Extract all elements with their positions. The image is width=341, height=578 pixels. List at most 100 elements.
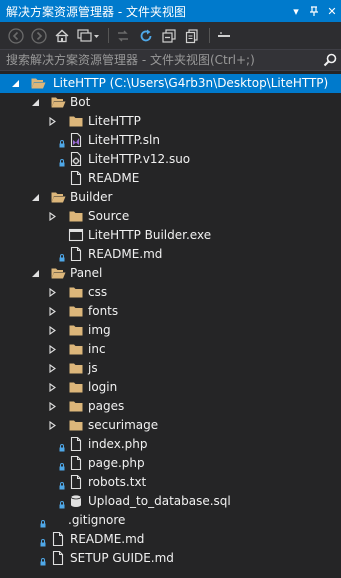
toolbar: [0, 22, 341, 49]
close-button[interactable]: ✕: [323, 0, 341, 22]
tree-item[interactable]: img: [0, 321, 341, 340]
arrow-left-icon: [8, 27, 24, 44]
tree-item-label: LiteHTTP.v12.suo: [88, 152, 191, 166]
folder-open-icon: [50, 265, 66, 281]
search-input[interactable]: [0, 50, 319, 70]
expand-arrow-expanded-icon[interactable]: [30, 192, 40, 202]
expand-arrow-collapsed-icon[interactable]: [47, 116, 57, 126]
refresh-icon: [140, 29, 152, 41]
search-button[interactable]: [319, 50, 341, 70]
expand-arrow-collapsed-icon[interactable]: [47, 363, 57, 373]
lock-icon: [40, 517, 46, 528]
tree-item[interactable]: Upload_to_database.sql: [0, 492, 341, 511]
tree-item[interactable]: Panel: [0, 264, 341, 283]
tree-item[interactable]: robots.txt: [0, 473, 341, 492]
lock-icon: [59, 441, 65, 452]
expand-arrow-expanded-icon[interactable]: [10, 78, 20, 88]
tree-item[interactable]: fonts: [0, 302, 341, 321]
lock-icon: [59, 251, 65, 262]
lock-icon: [59, 498, 65, 509]
tree-item-label: robots.txt: [88, 475, 147, 489]
tree-item-label: .gitignore: [68, 513, 126, 527]
folder-icon: [68, 379, 84, 395]
tree-item-label: login: [88, 380, 118, 394]
properties-button[interactable]: [214, 26, 234, 46]
expand-arrow-collapsed-icon[interactable]: [47, 306, 57, 316]
pending-changes-button[interactable]: [113, 26, 133, 46]
pending-changes-icon: [118, 30, 128, 41]
tree-item-label: Builder: [70, 190, 113, 204]
tree-item-label: README.md: [88, 247, 163, 261]
lock-icon: [40, 536, 46, 547]
tree-item-label: inc: [88, 342, 106, 356]
expand-arrow-collapsed-icon[interactable]: [47, 344, 57, 354]
folder-icon: [68, 417, 84, 433]
tree-item[interactable]: .gitignore: [0, 511, 341, 530]
tree-item[interactable]: css: [0, 283, 341, 302]
tree-item[interactable]: js: [0, 359, 341, 378]
tree-item-label: css: [88, 285, 108, 299]
tree-item[interactable]: Source: [0, 207, 341, 226]
title-bar: 解决方案资源管理器 - 文件夹视图 ▾ ✕: [0, 0, 341, 22]
expand-arrow-expanded-icon[interactable]: [30, 268, 40, 278]
tree-item[interactable]: README.md: [0, 530, 341, 549]
expand-arrow-collapsed-icon[interactable]: [47, 325, 57, 335]
file-icon: [68, 455, 84, 471]
home-icon: [55, 29, 69, 42]
tree-item[interactable]: LiteHTTP.v12.suo: [0, 150, 341, 169]
folder-icon: [68, 398, 84, 414]
expand-arrow-expanded-icon[interactable]: [30, 97, 40, 107]
switch-views-button[interactable]: [75, 26, 101, 46]
tree-item[interactable]: Bot: [0, 93, 341, 112]
tree-item-label: SETUP GUIDE.md: [70, 551, 174, 565]
arrow-right-icon: [31, 27, 47, 44]
expand-arrow-collapsed-icon[interactable]: [47, 287, 57, 297]
tree-item[interactable]: securimage: [0, 416, 341, 435]
forward-button[interactable]: [29, 26, 49, 46]
tree-item-label: js: [88, 361, 98, 375]
tree-item[interactable]: LiteHTTP: [0, 112, 341, 131]
toolbar-separator: [108, 28, 109, 43]
tree-item[interactable]: pages: [0, 397, 341, 416]
folder-icon: [68, 303, 84, 319]
show-all-files-button[interactable]: [182, 26, 202, 46]
tree-root-item[interactable]: LiteHTTP (C:\Users\G4rb3n\Desktop\LiteHT…: [0, 74, 341, 93]
tree-item[interactable]: login: [0, 378, 341, 397]
tree-item[interactable]: SETUP GUIDE.md: [0, 549, 341, 568]
tree-item[interactable]: Builder: [0, 188, 341, 207]
back-button[interactable]: [6, 26, 26, 46]
tree-item[interactable]: README: [0, 169, 341, 188]
tree-item[interactable]: inc: [0, 340, 341, 359]
expand-arrow-collapsed-icon[interactable]: [47, 420, 57, 430]
tree-item-label: LiteHTTP.sln: [88, 133, 160, 147]
refresh-button[interactable]: [136, 26, 156, 46]
expand-arrow-collapsed-icon[interactable]: [47, 401, 57, 411]
show-all-files-icon: [185, 28, 198, 43]
folder-icon: [68, 360, 84, 376]
collapse-all-icon: [162, 28, 176, 43]
lock-icon: [59, 460, 65, 471]
folder-icon: [68, 284, 84, 300]
window-menu-dropdown-button[interactable]: ▾: [287, 0, 305, 22]
folder-icon: [68, 322, 84, 338]
tree-item-label: README.md: [70, 532, 145, 546]
home-button[interactable]: [52, 26, 72, 46]
tree-item[interactable]: page.php: [0, 454, 341, 473]
toolbar-separator: [209, 28, 210, 43]
expand-arrow-collapsed-icon[interactable]: [47, 211, 57, 221]
tree-item[interactable]: README.md: [0, 245, 341, 264]
tree-item[interactable]: LiteHTTP.sln: [0, 131, 341, 150]
file-icon: [68, 170, 84, 186]
collapse-all-button[interactable]: [159, 26, 179, 46]
expand-arrow-collapsed-icon[interactable]: [47, 382, 57, 392]
tree-item[interactable]: LiteHTTP Builder.exe: [0, 226, 341, 245]
tree-item-label: pages: [88, 399, 125, 413]
tree-item-label: Panel: [70, 266, 103, 280]
tree-item[interactable]: index.php: [0, 435, 341, 454]
folder-open-icon: [50, 94, 66, 110]
pin-icon: [310, 6, 318, 16]
folder-icon: [68, 341, 84, 357]
tree-item-label: securimage: [88, 418, 159, 432]
tree-item-label: Upload_to_database.sql: [88, 494, 231, 508]
auto-hide-pin-button[interactable]: [305, 0, 323, 22]
